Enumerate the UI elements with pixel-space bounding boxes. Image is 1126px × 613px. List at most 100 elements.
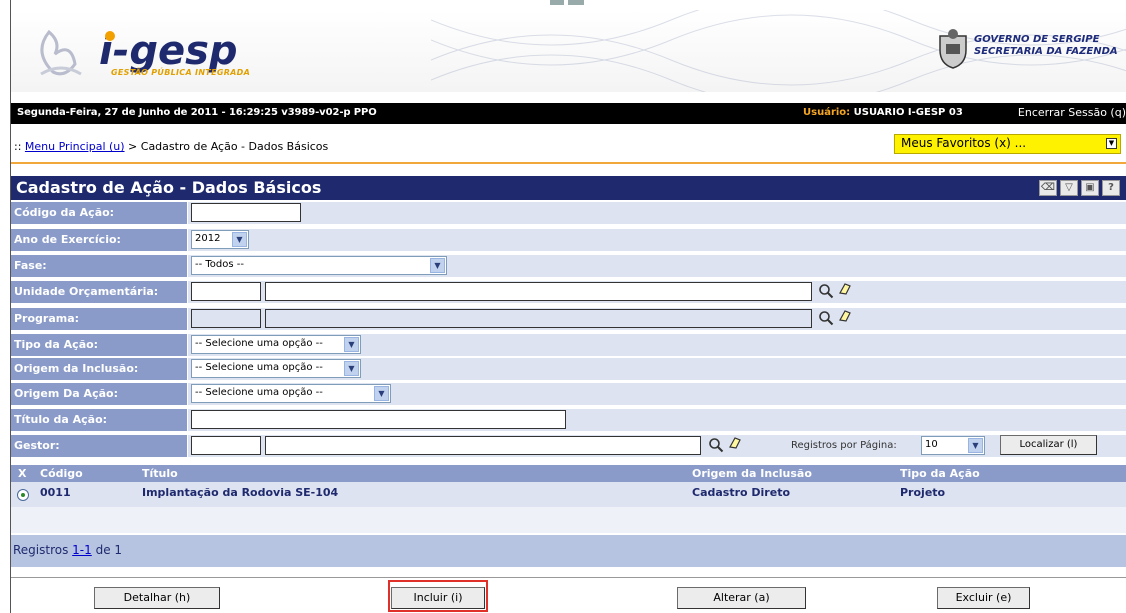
cell-origem: Cadastro Direto (692, 486, 791, 499)
col-header-titulo: Título (142, 467, 178, 480)
logout-link[interactable]: Encerrar Sessão (q) (1018, 106, 1126, 119)
chevron-down-icon[interactable]: ▼ (232, 232, 247, 247)
col-header-tipo: Tipo da Ação (900, 467, 980, 480)
breadcrumb-current: Cadastro de Ação - Dados Básicos (140, 140, 329, 153)
search-icon[interactable] (818, 283, 834, 299)
value-cell-tipo: -- Selecione uma opção -- ▼ (188, 334, 1126, 356)
favorites-label: Meus Favoritos (x) ... (901, 136, 1027, 150)
user-info: Usuário: USUARIO I-GESP 03 (803, 107, 963, 118)
value-cell-titulo (188, 409, 1126, 431)
col-header-codigo: Código (40, 467, 83, 480)
favorites-dropdown[interactable]: Meus Favoritos (x) ... ▼ (894, 134, 1121, 154)
eraser-icon[interactable] (838, 282, 852, 296)
tipo-select[interactable]: -- Selecione uma opção -- ▼ (191, 335, 361, 354)
label-unidade: Unidade Orçamentária: (11, 281, 187, 303)
chevron-down-icon[interactable]: ▼ (1106, 138, 1117, 149)
title-toolbar: ⌫ ▽ ▣ ? (1039, 180, 1120, 196)
search-icon[interactable] (818, 310, 834, 326)
fase-select[interactable]: -- Todos -- ▼ (191, 256, 447, 275)
help-icon[interactable]: ? (1102, 180, 1120, 196)
results-empty-area (11, 507, 1126, 533)
row-programa: Programa: (11, 308, 1126, 330)
eraser-icon[interactable] (728, 436, 742, 450)
label-codigo: Código da Ação: (11, 202, 187, 224)
print-icon[interactable]: ▣ (1081, 180, 1099, 196)
origem-acao-select-value: -- Selecione uma opção -- (195, 387, 323, 398)
breadcrumb-separator: > (124, 140, 141, 153)
gov-line-1: GOVERNO DE SERGIPE (974, 34, 1100, 45)
value-cell-programa (188, 308, 1126, 330)
gestor-code-input[interactable] (191, 436, 261, 455)
value-cell-gestor: Registros por Página: 10 ▼ Localizar (l) (188, 435, 1126, 457)
sergipe-crest-icon (939, 29, 967, 69)
label-fase: Fase: (11, 255, 187, 277)
value-cell-origem-acao: -- Selecione uma opção -- ▼ (188, 383, 1126, 405)
gestor-name-input[interactable] (265, 436, 701, 455)
alterar-button[interactable]: Alterar (a) (677, 587, 806, 609)
value-cell-fase: -- Todos -- ▼ (188, 255, 1126, 277)
origem-inclusao-select[interactable]: -- Selecione uma opção -- ▼ (191, 359, 361, 378)
chevron-down-icon[interactable]: ▼ (968, 438, 983, 453)
ano-select[interactable]: 2012 ▼ (191, 230, 249, 249)
header-banner: i-gesp GESTÃO PÚBLICA INTEGRADA GOVERNO … (11, 10, 1126, 92)
col-header-origem: Origem da Inclusão (692, 467, 812, 480)
origem-acao-select[interactable]: -- Selecione uma opção -- ▼ (191, 384, 391, 403)
chevron-down-icon[interactable]: ▼ (344, 337, 359, 352)
breadcrumb-home-link[interactable]: Menu Principal (u) (25, 140, 125, 153)
user-value: USUARIO I-GESP 03 (853, 107, 963, 118)
codigo-input[interactable] (191, 203, 301, 222)
row-titulo: Título da Ação: (11, 409, 1126, 431)
label-gestor: Gestor: (11, 435, 187, 457)
row-origem-inclusao: Origem da Inclusão: -- Selecione uma opç… (11, 358, 1126, 380)
unidade-code-input[interactable] (191, 282, 261, 301)
programa-code-input[interactable] (191, 309, 261, 328)
label-origem-acao: Origem Da Ação: (11, 383, 187, 405)
col-header-x: X (18, 467, 27, 480)
row-select-radio[interactable] (17, 489, 29, 501)
eraser-icon[interactable] (838, 309, 852, 323)
records-suffix: de 1 (91, 543, 123, 557)
row-ano: Ano de Exercício: 2012 ▼ (11, 229, 1126, 251)
value-cell-ano: 2012 ▼ (188, 229, 1126, 251)
titulo-input[interactable] (191, 410, 566, 429)
ano-select-value: 2012 (195, 233, 221, 244)
row-unidade: Unidade Orçamentária: (11, 281, 1126, 303)
cell-titulo: Implantação da Rodovia SE-104 (142, 486, 339, 499)
detalhar-button[interactable]: Detalhar (h) (94, 587, 220, 609)
clear-icon[interactable]: ⌫ (1039, 180, 1057, 196)
row-tipo: Tipo da Ação: -- Selecione uma opção -- ▼ (11, 334, 1126, 356)
value-cell-origem-inclusao: -- Selecione uma opção -- ▼ (188, 358, 1126, 380)
chevron-down-icon[interactable]: ▼ (374, 386, 389, 401)
orange-divider (11, 162, 1126, 164)
brand-tagline: GESTÃO PÚBLICA INTEGRADA (111, 68, 251, 77)
gov-line-2: SECRETARIA DA FAZENDA (974, 46, 1118, 57)
breadcrumb: :: Menu Principal (u) > Cadastro de Ação… (14, 140, 328, 153)
user-label: Usuário: (803, 107, 854, 118)
tipo-select-value: -- Selecione uma opção -- (195, 338, 323, 349)
cell-codigo: 0011 (40, 486, 71, 499)
label-origem-inclusao: Origem da Inclusão: (11, 358, 187, 380)
value-cell-codigo (188, 202, 1126, 224)
results-footer: Registros 1-1 de 1 (11, 535, 1126, 567)
search-icon[interactable] (708, 437, 724, 453)
info-bar: Segunda-Feira, 27 de Junho de 2011 - 16:… (11, 103, 1126, 124)
row-origem-acao: Origem Da Ação: -- Selecione uma opção -… (11, 383, 1126, 405)
records-range-link[interactable]: 1-1 (72, 543, 92, 557)
chevron-down-icon[interactable]: ▼ (430, 258, 445, 273)
unidade-description-input[interactable] (265, 282, 812, 301)
excluir-button[interactable]: Excluir (e) (937, 587, 1030, 609)
row-codigo: Código da Ação: (11, 202, 1126, 224)
label-titulo: Título da Ação: (11, 409, 187, 431)
table-row[interactable]: 0011 Implantação da Rodovia SE-104 Cadas… (11, 482, 1126, 507)
page-title: Cadastro de Ação - Dados Básicos (16, 178, 322, 197)
cell-tipo: Projeto (900, 486, 946, 499)
records-prefix: Registros (13, 543, 73, 557)
programa-description-input[interactable] (265, 309, 812, 328)
registros-por-pagina-label: Registros por Página: (791, 440, 897, 451)
results-header: X Código Título Origem da Inclusão Tipo … (11, 465, 1126, 482)
localizar-button[interactable]: Localizar (l) (1000, 435, 1097, 455)
breadcrumb-prefix: :: (14, 140, 25, 153)
filter-icon[interactable]: ▽ (1060, 180, 1078, 196)
registros-por-pagina-select[interactable]: 10 ▼ (921, 436, 985, 455)
chevron-down-icon[interactable]: ▼ (344, 361, 359, 376)
